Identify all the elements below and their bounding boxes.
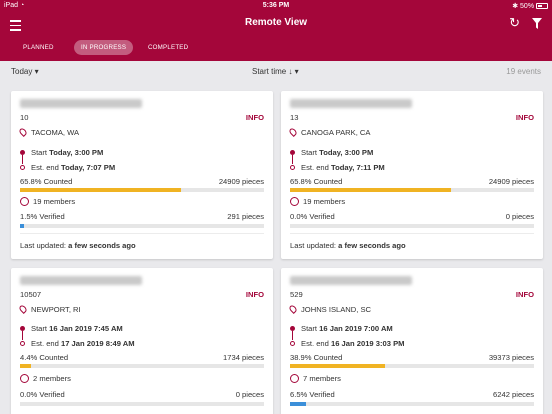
counted-progress-bar — [290, 364, 534, 368]
counted-progress-bar — [290, 188, 534, 192]
pieces-label: 24909 pieces — [218, 177, 264, 186]
pieces-label: 24909 pieces — [488, 177, 534, 186]
verified-progress-bar — [290, 224, 534, 228]
event-card[interactable]: 13 INFO CANOGA PARK, CA Start Today, 3:0… — [281, 91, 543, 259]
members-icon — [290, 197, 299, 206]
filter-icon[interactable] — [532, 18, 542, 29]
counted-progress-bar — [20, 364, 264, 368]
verified-label: 0.0% Verified — [20, 390, 65, 399]
verified-pieces-label: 6242 pieces — [493, 390, 534, 399]
start-time-row: Start Today, 3:00 PM — [290, 148, 373, 157]
counted-progress-fill — [290, 188, 451, 192]
date-filter-dropdown[interactable]: Today ▾ — [11, 67, 39, 76]
location-pin-icon — [288, 127, 298, 137]
info-link[interactable]: INFO — [246, 290, 264, 299]
info-link[interactable]: INFO — [516, 113, 534, 122]
status-tabs: PLANNED IN PROGRESS COMPLETED — [0, 36, 552, 61]
event-card[interactable]: 529 INFO JOHNS ISLAND, SC Start 16 Jan 2… — [281, 268, 543, 414]
status-right: ✱ 50% — [512, 2, 548, 10]
refresh-icon[interactable]: ↻ — [509, 15, 520, 31]
location-pin-icon — [288, 304, 298, 314]
members-icon — [290, 374, 299, 383]
counted-progress-bar — [20, 188, 264, 192]
counted-progress-fill — [290, 364, 385, 368]
pieces-label: 1734 pieces — [223, 353, 264, 362]
end-time-row: Est. end Today, 7:07 PM — [20, 163, 115, 172]
end-dot-icon — [290, 165, 295, 170]
verified-progress-bar — [20, 402, 264, 406]
members-row: 2 members — [20, 374, 71, 383]
event-location: JOHNS ISLAND, SC — [288, 304, 371, 314]
event-card[interactable]: 10507 INFO NEWPORT, RI Start 16 Jan 2019… — [11, 268, 273, 414]
verified-pieces-label: 291 pieces — [227, 212, 264, 221]
event-location: NEWPORT, RI — [18, 304, 81, 314]
start-time-row: Start 16 Jan 2019 7:00 AM — [290, 324, 393, 333]
members-row: 19 members — [20, 197, 75, 206]
event-name-redacted — [290, 276, 412, 285]
verified-label: 0.0% Verified — [290, 212, 335, 221]
tab-planned[interactable]: PLANNED — [16, 40, 61, 55]
event-name-redacted — [20, 276, 142, 285]
tab-completed[interactable]: COMPLETED — [141, 40, 195, 55]
counted-progress-fill — [20, 364, 31, 368]
end-dot-icon — [20, 341, 25, 346]
event-location: CANOGA PARK, CA — [288, 127, 371, 137]
event-name-redacted — [290, 99, 412, 108]
start-time-row: Start 16 Jan 2019 7:45 AM — [20, 324, 123, 333]
verified-progress-fill — [290, 402, 306, 406]
counted-label: 4.4% Counted — [20, 353, 69, 362]
members-row: 7 members — [290, 374, 341, 383]
event-number: 529 — [290, 290, 303, 299]
battery-icon — [536, 3, 548, 10]
verified-pieces-label: 0 pieces — [235, 390, 264, 399]
verified-progress-fill — [20, 224, 24, 228]
end-time-row: Est. end 17 Jan 2019 8:49 AM — [20, 339, 135, 348]
event-number: 10 — [20, 113, 29, 122]
card-divider — [20, 233, 264, 234]
event-number: 10507 — [20, 290, 42, 299]
tab-in-progress[interactable]: IN PROGRESS — [74, 40, 134, 55]
verified-label: 1.5% Verified — [20, 212, 65, 221]
members-icon — [20, 197, 29, 206]
last-updated: Last updated: a few seconds ago — [290, 241, 406, 250]
location-pin-icon — [18, 304, 28, 314]
app-header: Remote View ↻ — [0, 12, 552, 36]
verified-progress-bar — [290, 402, 534, 406]
counted-label: 38.9% Counted — [290, 353, 343, 362]
end-time-row: Est. end 16 Jan 2019 3:03 PM — [290, 339, 404, 348]
last-updated: Last updated: a few seconds ago — [20, 241, 136, 250]
event-card[interactable]: 10 INFO TACOMA, WA Start Today, 3:00 PM … — [11, 91, 273, 259]
info-link[interactable]: INFO — [516, 290, 534, 299]
end-time-row: Est. end Today, 7:11 PM — [290, 163, 385, 172]
end-dot-icon — [20, 165, 25, 170]
sort-bar: Today ▾ Start time ↓ ▾ 19 events — [0, 61, 552, 81]
members-row: 19 members — [290, 197, 345, 206]
status-time: 5:36 PM — [262, 2, 290, 9]
event-name-redacted — [20, 99, 142, 108]
bluetooth-icon: ✱ — [512, 3, 519, 10]
verified-label: 6.5% Verified — [290, 390, 335, 399]
event-location: TACOMA, WA — [18, 127, 79, 137]
sort-dropdown[interactable]: Start time ↓ ▾ — [252, 67, 299, 76]
info-link[interactable]: INFO — [246, 113, 264, 122]
battery-percent: 50% — [520, 3, 535, 10]
status-bar: iPad ◔ 5:36 PM ✱ 50% — [0, 0, 552, 12]
card-divider — [290, 233, 534, 234]
event-count: 19 events — [506, 67, 541, 76]
start-time-row: Start Today, 3:00 PM — [20, 148, 103, 157]
verified-pieces-label: 0 pieces — [505, 212, 534, 221]
page-title: Remote View — [244, 17, 308, 28]
pieces-label: 39373 pieces — [488, 353, 534, 362]
members-icon — [20, 374, 29, 383]
event-number: 13 — [290, 113, 299, 122]
counted-progress-fill — [20, 188, 181, 192]
counted-label: 65.8% Counted — [290, 177, 343, 186]
verified-progress-bar — [20, 224, 264, 228]
counted-label: 65.8% Counted — [20, 177, 73, 186]
end-dot-icon — [290, 341, 295, 346]
location-pin-icon — [18, 127, 28, 137]
